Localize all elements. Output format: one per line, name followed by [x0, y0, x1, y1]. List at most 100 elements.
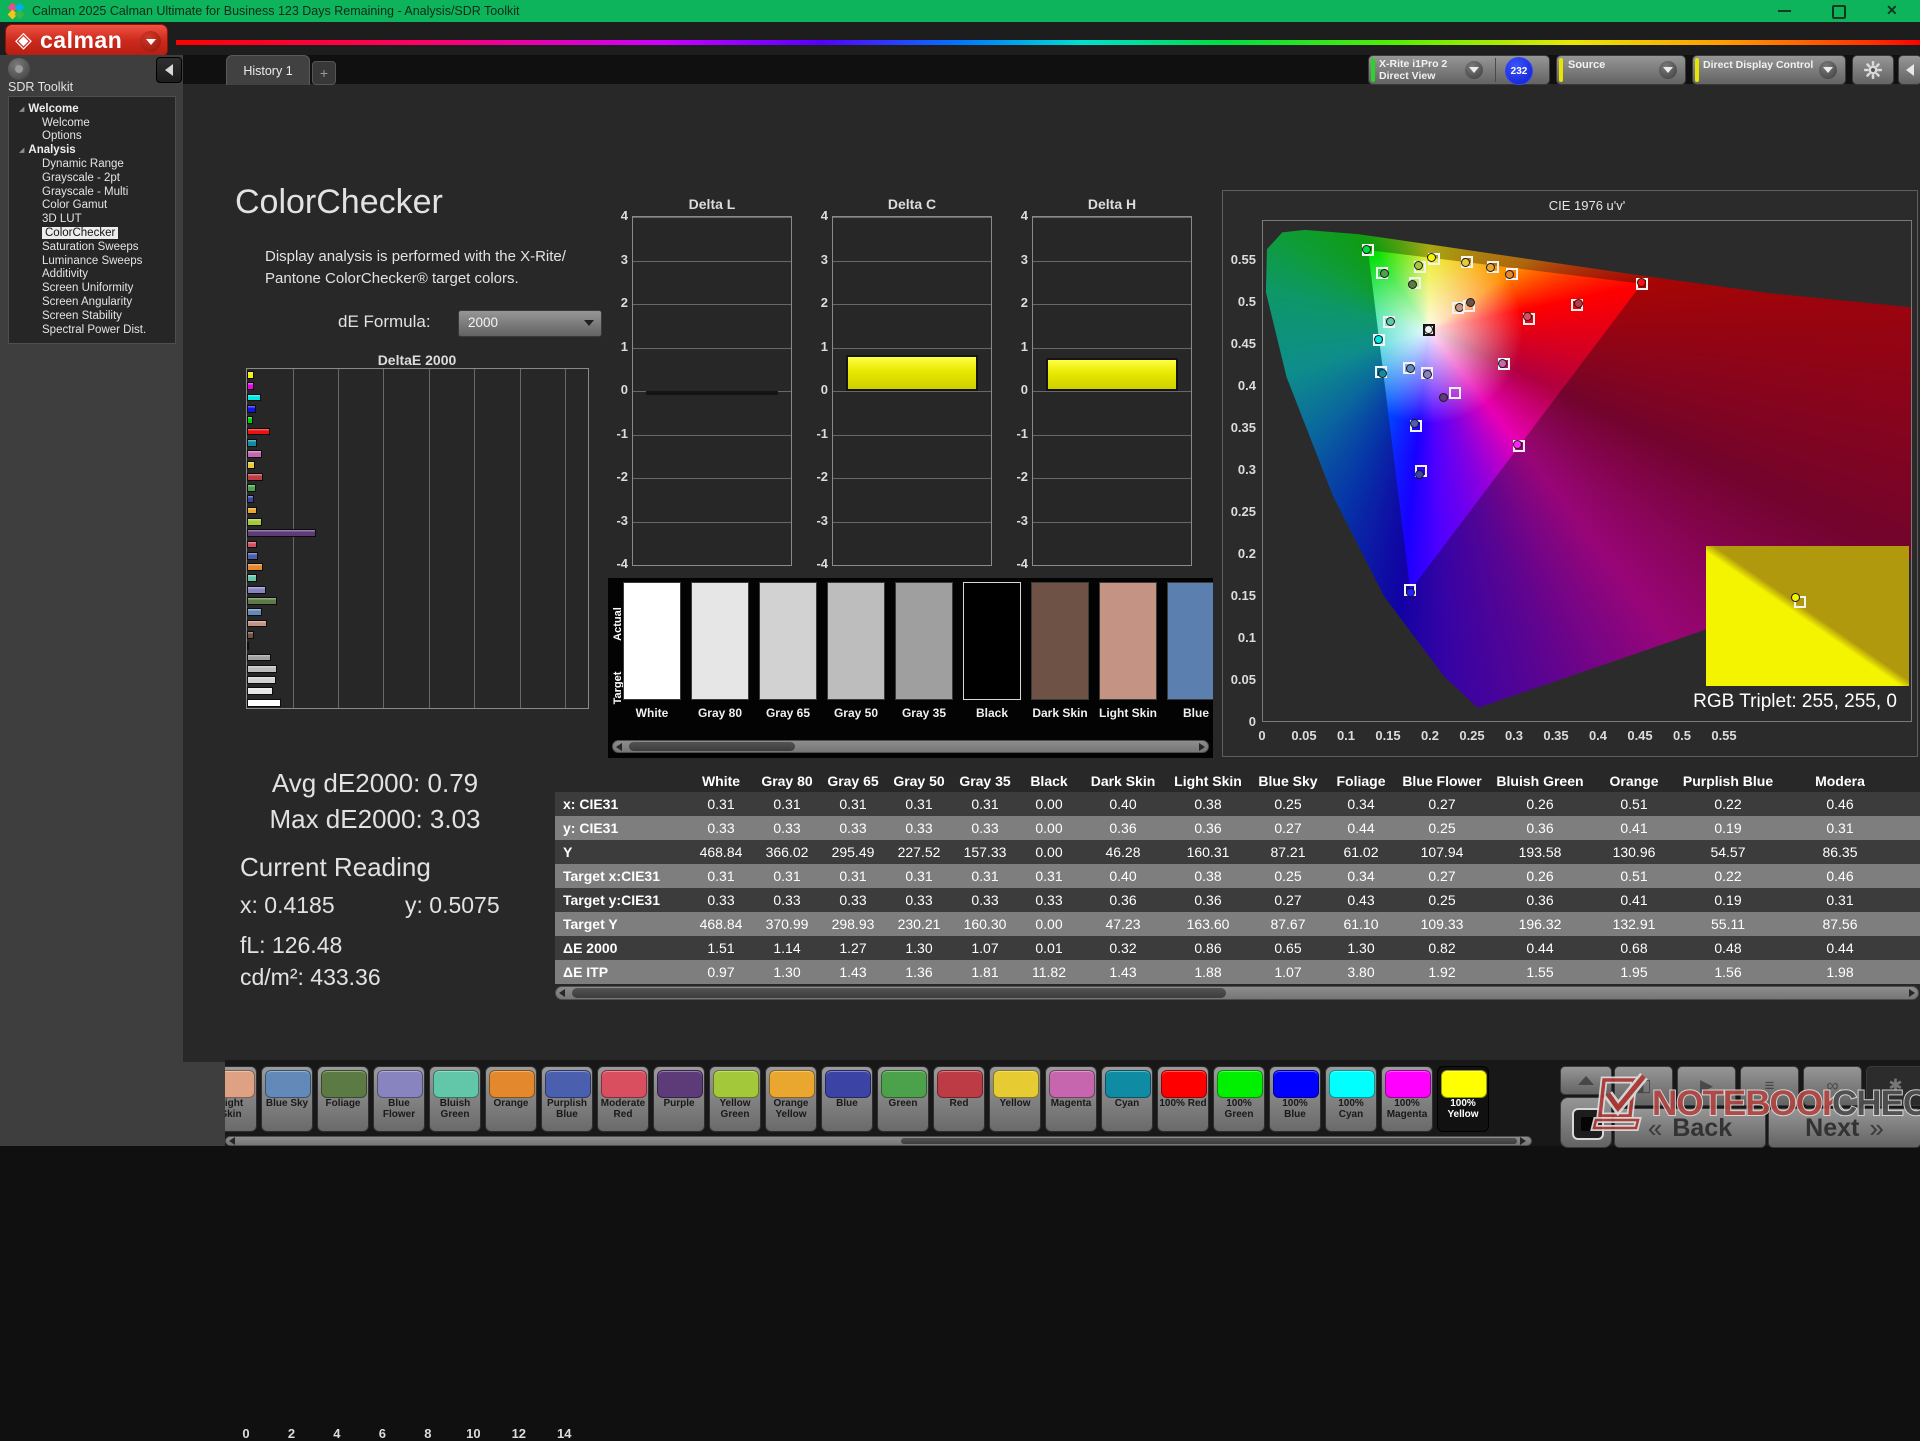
cie-title: CIE 1976 u'v' [1262, 198, 1912, 213]
patch-button-orange-yellow[interactable]: Orange Yellow [765, 1066, 817, 1132]
patch-button-100-green[interactable]: 100% Green [1213, 1066, 1265, 1132]
patch-label: Yellow [991, 1098, 1039, 1109]
sidebar-item-screen-stability[interactable]: Screen Stability [9, 309, 175, 323]
patch-button-purplish-blue[interactable]: Purplish Blue [541, 1066, 593, 1132]
table-cell: 0.33 [952, 816, 1018, 840]
patch-button-100-red[interactable]: 100% Red [1157, 1066, 1209, 1132]
axis-tick-label: 1 [806, 339, 828, 354]
table-scrollbar[interactable] [555, 986, 1919, 1000]
axis-tick-label: 0 [236, 1426, 256, 1441]
table-scrollbar-thumb[interactable] [572, 988, 1226, 998]
scroll-left-icon[interactable] [229, 1137, 235, 1145]
scroll-left-icon[interactable] [616, 743, 622, 751]
patch-button-purple[interactable]: Purple [653, 1066, 705, 1132]
cie-measured-marker-purplish-blue [1410, 419, 1419, 428]
sidebar-item-colorchecker[interactable]: ColorChecker [9, 226, 175, 240]
axis-tick-label: 0.55 [1222, 252, 1256, 267]
source-dropdown-chevron[interactable] [1659, 61, 1677, 79]
axis-tick-label: -4 [806, 556, 828, 571]
patch-button-100-cyan[interactable]: 100% Cyan [1325, 1066, 1377, 1132]
axis-tick-label: 4 [806, 208, 828, 223]
sidebar-item-dynamic-range[interactable]: Dynamic Range [9, 157, 175, 171]
sidebar-item-grayscale-multi[interactable]: Grayscale - Multi [9, 185, 175, 199]
patch-button-blue-sky[interactable]: Blue Sky [261, 1066, 313, 1132]
panel-collapse-button[interactable] [1898, 55, 1920, 85]
sidebar-item-screen-uniformity[interactable]: Screen Uniformity [9, 281, 175, 295]
deltae-bar-blue [247, 495, 254, 503]
source-dropdown[interactable]: Source [1556, 55, 1686, 85]
patch-scrollbar[interactable] [225, 1136, 1532, 1146]
swatch-scrollbar-thumb[interactable] [629, 742, 795, 751]
tab-add-button[interactable]: + [312, 61, 336, 85]
sidebar-item-additivity[interactable]: Additivity [9, 268, 175, 282]
patch-button-bluish-green[interactable]: Bluish Green [429, 1066, 481, 1132]
sidebar-item-label: Screen Uniformity [42, 282, 133, 294]
close-button[interactable]: ✕ [1886, 2, 1898, 19]
source-status-bar [1559, 58, 1563, 82]
sidebar-item-luminance-sweeps[interactable]: Luminance Sweeps [9, 254, 175, 268]
table-row-target-y: Target Y468.84370.99298.93230.21160.300.… [555, 912, 1920, 936]
color-swatch-light-skin [1099, 582, 1157, 700]
patch-button-moderate-red[interactable]: Moderate Red [597, 1066, 649, 1132]
sidebar-item-options[interactable]: Options [9, 130, 175, 144]
sidebar-item-grayscale-2pt[interactable]: Grayscale - 2pt [9, 171, 175, 185]
patch-button-orange[interactable]: Orange [485, 1066, 537, 1132]
axis-tick-label: 12 [509, 1426, 529, 1441]
sidebar-item-3d-lut[interactable]: 3D LUT [9, 212, 175, 226]
sidebar-group-welcome[interactable]: ◢Welcome [9, 102, 175, 116]
table-cell: 0.31 [1018, 864, 1080, 888]
sidebar-item-color-gamut[interactable]: Color Gamut [9, 199, 175, 213]
axis-tick-label: 0.25 [1222, 504, 1256, 519]
calman-menu-button[interactable]: ◈ calman [5, 24, 168, 57]
sidebar-item-saturation-sweeps[interactable]: Saturation Sweeps [9, 240, 175, 254]
sidebar-item-welcome[interactable]: Welcome [9, 116, 175, 130]
patch-button-100-magenta[interactable]: 100% Magenta [1381, 1066, 1433, 1132]
gridline [633, 478, 791, 479]
calman-menu-chevron[interactable] [140, 31, 161, 52]
tab-history[interactable]: History 1 [226, 55, 310, 85]
patch-color-chip [1161, 1070, 1207, 1098]
meter-dropdown-chevron[interactable] [1465, 61, 1483, 79]
swatch-scrollbar[interactable] [612, 740, 1209, 753]
table-cell: 230.21 [886, 912, 952, 936]
sidebar-group-analysis[interactable]: ◢Analysis [9, 143, 175, 157]
scroll-right-icon[interactable] [1199, 743, 1205, 751]
gridline [1033, 435, 1191, 436]
axis-tick-label: 1 [1006, 339, 1028, 354]
sidebar-item-spectral-power-dist-[interactable]: Spectral Power Dist. [9, 323, 175, 337]
de-formula-select[interactable]: 2000 [458, 310, 602, 337]
patch-button-cyan[interactable]: Cyan [1101, 1066, 1153, 1132]
deltae-bar-moderate-red [247, 541, 257, 549]
meter-badge[interactable]: 232 [1505, 57, 1533, 85]
sidebar-collapse-button[interactable] [156, 57, 182, 83]
minimize-button[interactable] [1778, 10, 1791, 12]
patch-color-chip [377, 1070, 423, 1098]
deltae-bar-gray-65 [247, 676, 276, 684]
scroll-right-icon[interactable] [1520, 1137, 1526, 1145]
sidebar-item-screen-angularity[interactable]: Screen Angularity [9, 295, 175, 309]
gridline [833, 391, 991, 392]
patch-button-red[interactable]: Red [933, 1066, 985, 1132]
patch-button-blue[interactable]: Blue [821, 1066, 873, 1132]
settings-button[interactable] [1852, 55, 1894, 85]
scroll-right-icon[interactable] [1909, 989, 1915, 997]
table-column-header-purplish-blue: Purplish Blue [1676, 770, 1780, 792]
patch-button-100-blue[interactable]: 100% Blue [1269, 1066, 1321, 1132]
patch-button-yellow[interactable]: Yellow [989, 1066, 1041, 1132]
scroll-left-icon[interactable] [559, 989, 565, 997]
patch-button-blue-flower[interactable]: Blue Flower [373, 1066, 425, 1132]
patch-button-magenta[interactable]: Magenta [1045, 1066, 1097, 1132]
patch-button-100-yellow[interactable]: 100% Yellow [1437, 1066, 1489, 1132]
meter-dropdown[interactable]: X-Rite i1Pro 2 Direct View [1369, 56, 1493, 84]
patch-button-foliage[interactable]: Foliage [317, 1066, 369, 1132]
restore-button[interactable] [1832, 5, 1846, 19]
display-dropdown-chevron[interactable] [1819, 61, 1837, 79]
patch-button-green[interactable]: Green [877, 1066, 929, 1132]
cie-measured-marker-dark-skin [1466, 298, 1475, 307]
display-control-dropdown[interactable]: Direct Display Control [1692, 55, 1846, 85]
patch-button-yellow-green[interactable]: Yellow Green [709, 1066, 761, 1132]
table-cell: 0.33 [754, 888, 820, 912]
status-orb[interactable] [8, 58, 30, 80]
patch-button-light-skin[interactable]: Light Skin [225, 1066, 257, 1132]
patch-scrollbar-thumb[interactable] [901, 1138, 1517, 1144]
